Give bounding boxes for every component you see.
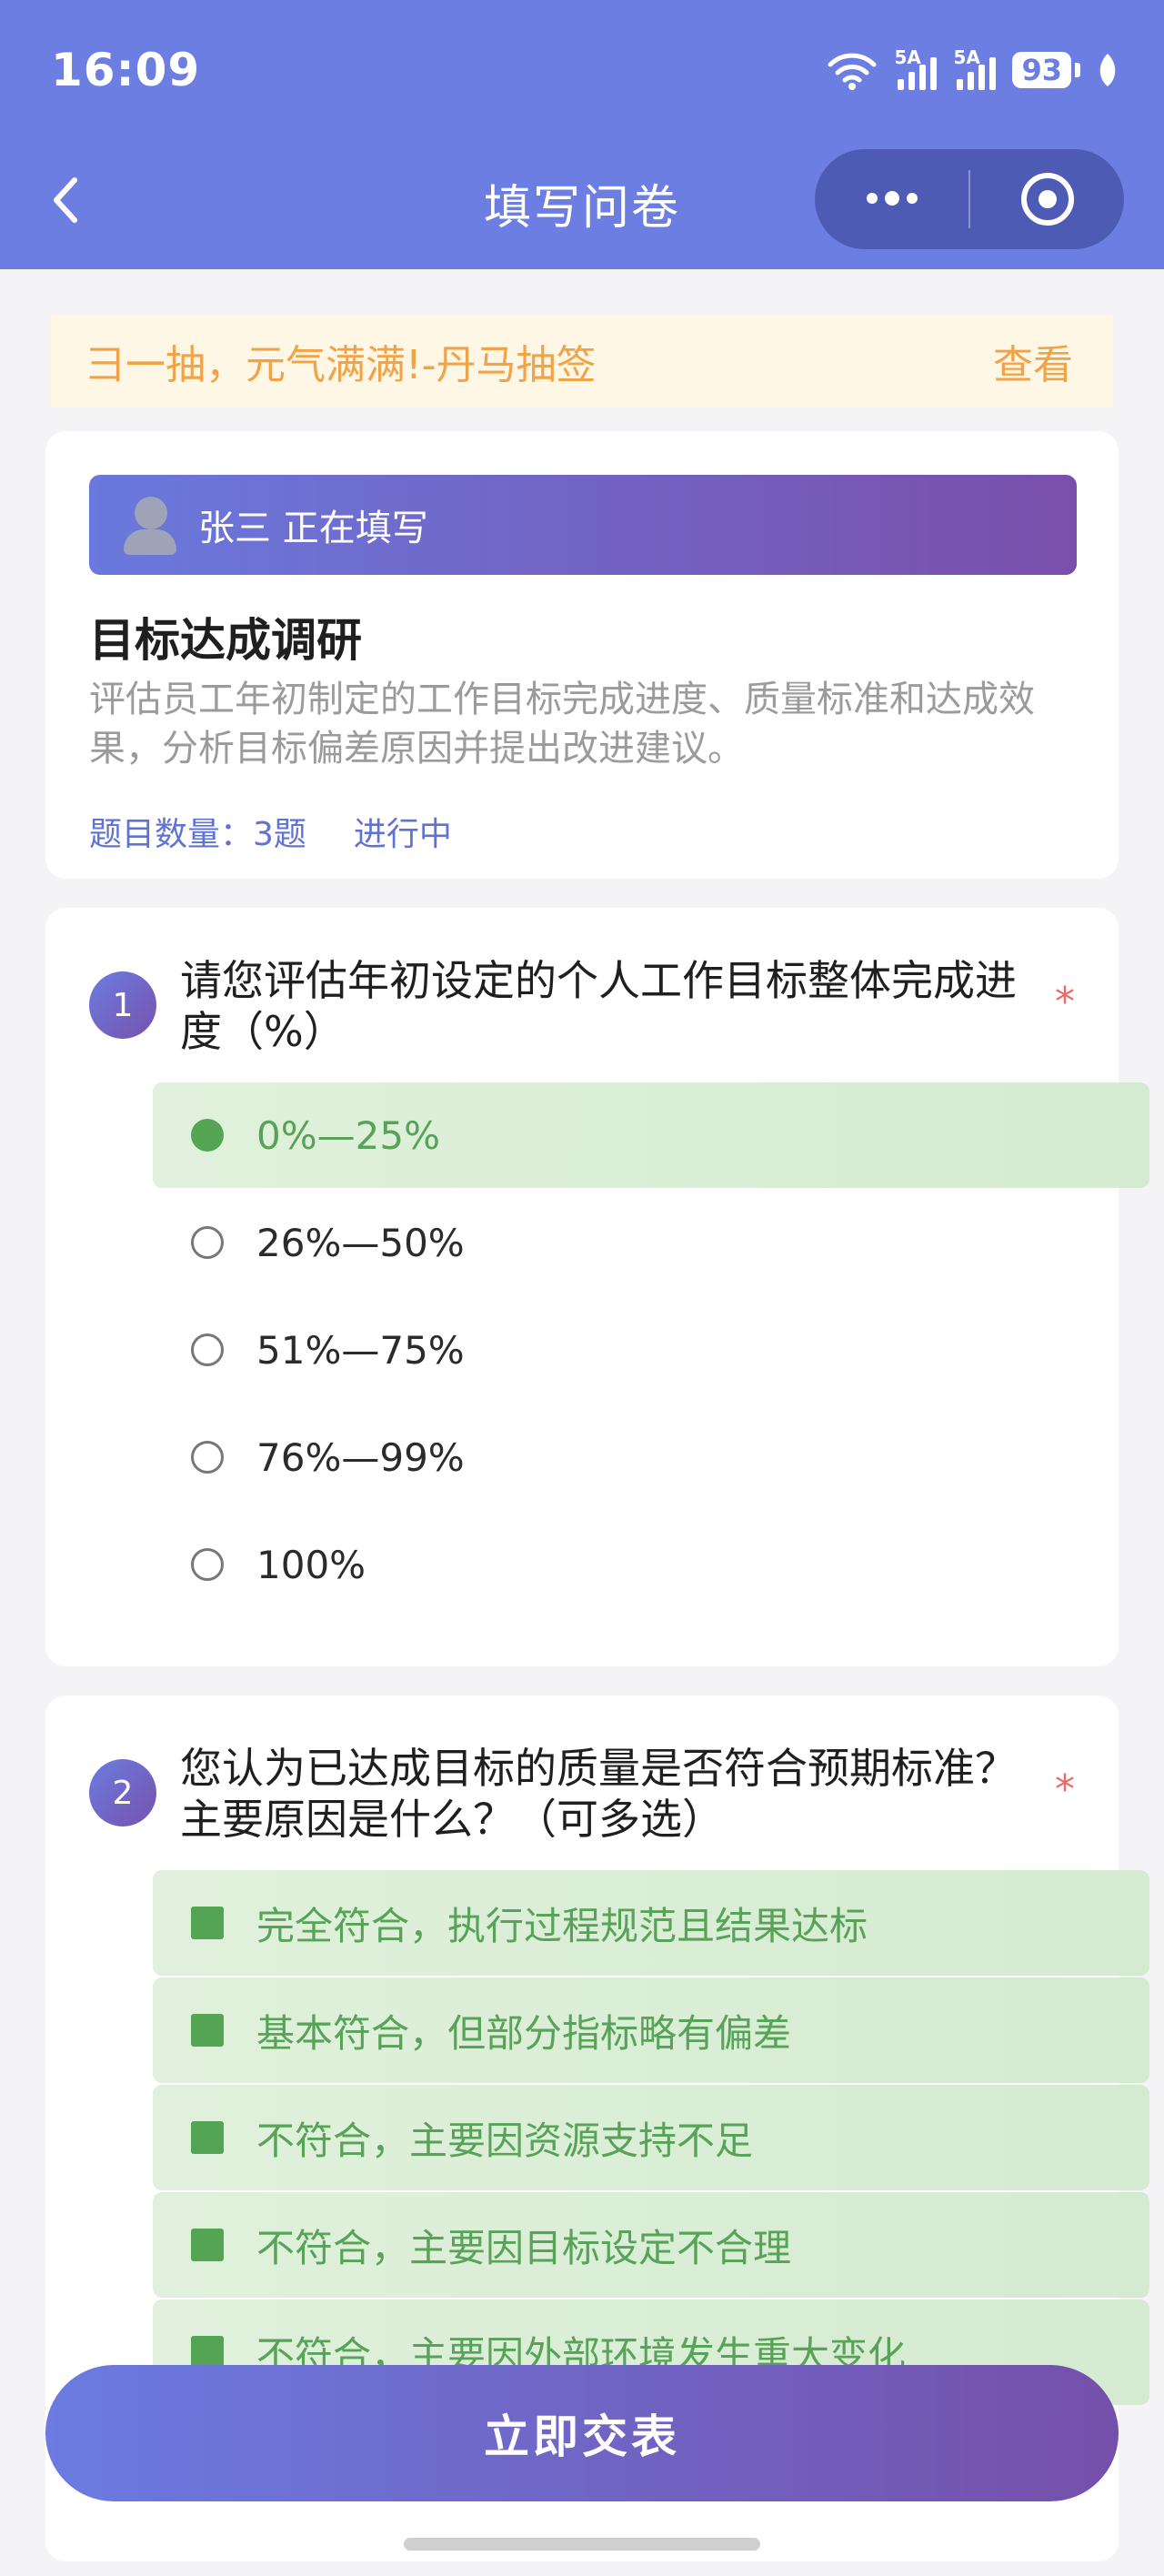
status-bar: 16:09 5A 5A 93 [51,38,1119,102]
battery-icon: 93 [1012,52,1080,88]
question-header: 2 您认为已达成目标的质量是否符合预期标准？主要原因是什么？（可多选） [89,1743,1071,1845]
notice-text: 彐一抽，元气满满!-丹马抽签 [85,342,597,388]
question-number: 1 [89,971,156,1039]
option-checkbox[interactable]: 完全符合，执行过程规范且结果达标 [153,1870,1149,1976]
survey-status: 进行中 [353,816,452,853]
option-checkbox[interactable]: 不符合，主要因资源支持不足 [153,2085,1149,2190]
filler-text: 张三 正在填写 [198,508,428,549]
close-program-button[interactable] [970,149,1124,249]
option-checkbox[interactable]: 不符合，主要因目标设定不合理 [153,2192,1149,2298]
radio-unchecked-icon [191,1226,224,1259]
submit-button[interactable]: 立即交表 [45,2365,1119,2501]
wifi-icon [828,53,877,90]
option-list: 完全符合，执行过程规范且结果达标 基本符合，但部分指标略有偏差 不符合，主要因资… [153,1870,1149,2407]
question-count: 题目数量：3题 [89,816,306,853]
survey-description: 评估员工年初制定的工作目标完成进度、质量标准和达成效果，分析目标偏差原因并提出改… [89,679,1035,770]
option-label: 不符合，主要因资源支持不足 [256,2118,754,2163]
option-label: 76%—99% [256,1434,465,1480]
checkbox-checked-icon [191,2229,224,2261]
required-mark: * [1055,1766,1075,1813]
header: 16:09 5A 5A 93 填写问卷 [0,0,1164,269]
checkbox-checked-icon [191,2336,224,2369]
more-button[interactable] [815,149,968,249]
filler-banner: 张三 正在填写 [89,475,1077,575]
checkbox-checked-icon [191,2014,224,2047]
option-list: 0%—25% 26%—50% 51%—75% 76%—99% 100% [153,1082,1149,1619]
radio-unchecked-icon [191,1441,224,1474]
question-header: 1 请您评估年初设定的个人工作目标整体完成进度（%） [89,955,1071,1057]
option-radio[interactable]: 100% [153,1512,1149,1617]
required-mark: * [1055,979,1075,1025]
option-label: 100% [256,1542,366,1587]
option-label: 51%—75% [256,1327,465,1373]
option-radio[interactable]: 0%—25% [153,1082,1149,1188]
home-indicator [404,2538,760,2551]
survey-title: 目标达成调研 [89,614,362,667]
user-avatar-icon [120,495,180,555]
notice-banner: 彐一抽，元气满满!-丹马抽签 查看 [51,315,1113,408]
option-checkbox[interactable]: 基本符合，但部分指标略有偏差 [153,1977,1149,2083]
radio-unchecked-icon [191,1548,224,1581]
checkbox-checked-icon [191,2121,224,2154]
mini-program-capsule [815,149,1124,249]
question-text: 您认为已达成目标的质量是否符合预期标准？主要原因是什么？（可多选） [180,1744,1017,1844]
question-number: 2 [89,1759,156,1826]
survey-meta: 题目数量：3题 进行中 [89,808,452,855]
option-label: 基本符合，但部分指标略有偏差 [256,2010,792,2056]
status-icons: 5A 5A 93 [827,46,1119,90]
navbar: 填写问卷 [0,146,1164,255]
target-icon [1020,173,1074,226]
option-radio[interactable]: 76%—99% [153,1404,1149,1510]
notice-view-link[interactable]: 查看 [993,332,1073,390]
option-radio[interactable]: 51%—75% [153,1297,1149,1403]
checkbox-checked-icon [191,1907,224,1939]
question-card-1: 1 请您评估年初设定的个人工作目标整体完成进度（%） * 0%—25% 26%—… [45,908,1149,1666]
option-label: 完全符合，执行过程规范且结果达标 [256,1903,868,1948]
option-radio[interactable]: 26%—50% [153,1190,1149,1295]
option-label: 不符合，主要因目标设定不合理 [256,2225,792,2270]
radio-checked-icon [191,1119,224,1152]
option-label: 0%—25% [256,1112,440,1158]
signal-icon-1: 5A [894,46,938,90]
clock: 16:09 [51,44,201,96]
survey-info-card: 张三 正在填写 目标达成调研 评估员工年初制定的工作目标完成进度、质量标准和达成… [45,431,1119,879]
more-dots-icon [866,191,918,206]
option-label: 26%—50% [256,1220,465,1265]
question-text: 请您评估年初设定的个人工作目标整体完成进度（%） [180,956,1017,1056]
signal-icon-2: 5A [953,46,997,90]
radio-unchecked-icon [191,1333,224,1366]
leaf-icon [1099,54,1116,86]
